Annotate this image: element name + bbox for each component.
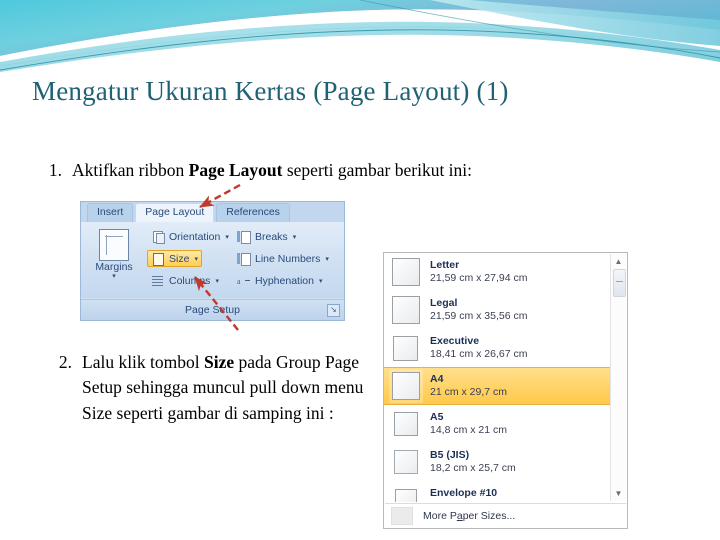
paper-size-dimensions: 21,59 cm x 27,94 cm [430, 272, 528, 284]
page-icon [395, 489, 417, 502]
more-paper-sizes-menu-item[interactable]: More Paper Sizes... [385, 503, 626, 527]
list-item[interactable]: Executive 18,41 cm x 26,67 cm [384, 329, 610, 367]
list-item-text: Lalu klik tombol Size pada Group Page Se… [82, 350, 368, 426]
columns-icon [151, 274, 165, 288]
list-item: 2. Lalu klik tombol Size pada Group Page… [48, 350, 368, 426]
paper-size-dimensions: 14,8 cm x 21 cm [430, 424, 508, 436]
breaks-button[interactable]: Breaks ▾ [233, 228, 300, 245]
ribbon-group-page-setup: Margins ▾ Orientation ▾ Size ▾ Columns ▾… [81, 222, 344, 298]
paper-size-name: Letter [430, 258, 460, 271]
page-icon [392, 258, 420, 286]
margins-label: Margins [95, 261, 133, 273]
scrollbar-thumb[interactable] [613, 269, 626, 297]
tab-page-layout[interactable]: Page Layout [135, 203, 215, 222]
columns-label: Columns [169, 274, 211, 287]
list-item[interactable]: B5 (JIS) 18,2 cm x 25,7 cm [384, 443, 610, 481]
paper-size-name: Executive [430, 334, 480, 347]
size-button[interactable]: Size ▾ [147, 250, 202, 267]
paper-size-dimensions: 21 cm x 29,7 cm [430, 386, 508, 398]
list-item[interactable]: A5 14,8 cm x 21 cm [384, 405, 610, 443]
scroll-up-icon[interactable]: ▲ [611, 254, 626, 269]
text-segment: Aktifkan ribbon [72, 160, 189, 180]
margins-icon [99, 229, 129, 261]
label-post: per Sizes... [462, 509, 516, 522]
slide-banner [0, 0, 720, 72]
orientation-icon [151, 230, 165, 244]
list-item-number: 2. [58, 352, 72, 372]
paper-size-dimensions: 10,48 cm x 24,13 cm [430, 500, 527, 502]
chevron-down-icon: ▾ [318, 277, 323, 285]
paper-size-name: B5 (JIS) [430, 448, 470, 461]
margins-button[interactable]: Margins ▾ [88, 227, 140, 280]
line-numbers-icon [237, 252, 251, 266]
page-icon [393, 335, 418, 361]
text-segment: Lalu klik tombol [82, 352, 205, 372]
line-numbers-button[interactable]: Line Numbers ▾ [233, 250, 333, 267]
label-pre: More P [423, 509, 457, 522]
breaks-label: Breaks [255, 230, 288, 243]
orientation-label: Orientation [169, 230, 221, 243]
text-segment-after: seperti gambar berikut ini: [282, 160, 473, 180]
page-setup-label: Page Setup [185, 304, 240, 316]
dialog-launcher-icon[interactable]: ↘ [327, 304, 340, 317]
chevron-down-icon: ▾ [225, 233, 229, 241]
hyphenation-icon: a [237, 274, 251, 288]
chevron-down-icon: ▾ [112, 273, 116, 280]
paper-size-dropdown-menu: Letter 21,59 cm x 27,94 cm Legal 21,59 c… [383, 252, 628, 529]
paper-size-dimensions: 18,41 cm x 26,67 cm [430, 348, 528, 360]
size-icon [151, 252, 165, 266]
list-item: 1. Aktifkan ribbon Page Layout seperti g… [38, 158, 658, 183]
page-icon [392, 296, 420, 324]
chevron-down-icon: ▾ [325, 255, 329, 263]
list-item-text: Aktifkan ribbon Page Layout seperti gamb… [72, 158, 658, 183]
list-item-selected[interactable]: A4 21 cm x 29,7 cm [384, 367, 610, 405]
list-item[interactable]: Envelope #10 10,48 cm x 24,13 cm [384, 481, 610, 502]
page-icon [394, 450, 418, 474]
text-bold-segment: Page Layout [188, 160, 283, 180]
chevron-down-icon: ▾ [292, 233, 297, 241]
paper-size-name: Legal [430, 296, 458, 309]
line-numbers-label: Line Numbers [255, 252, 321, 265]
ribbon-screenshot: Insert Page Layout References Margins ▾ … [80, 201, 345, 321]
paper-size-name: A4 [430, 372, 444, 385]
tab-insert[interactable]: Insert [87, 203, 134, 222]
chevron-down-icon: ▾ [194, 255, 198, 263]
orientation-button[interactable]: Orientation ▾ [147, 228, 233, 245]
paper-size-dimensions: 21,59 cm x 35,56 cm [430, 310, 528, 322]
list-item[interactable]: Letter 21,59 cm x 27,94 cm [384, 253, 610, 291]
scroll-down-icon[interactable]: ▼ [611, 486, 626, 501]
list-item-number: 1. [48, 160, 62, 180]
more-paper-sizes-icon [391, 506, 413, 525]
ribbon-tab-bar: Insert Page Layout References [81, 202, 344, 222]
more-paper-sizes-label: More Paper Sizes... [423, 510, 515, 522]
paper-size-dimensions: 18,2 cm x 25,7 cm [430, 462, 516, 474]
text-bold-segment: Size [204, 352, 235, 372]
chevron-down-icon: ▾ [215, 277, 219, 285]
columns-button[interactable]: Columns ▾ [147, 272, 223, 289]
hyphenation-label: Hyphenation [255, 274, 314, 287]
hyphenation-button[interactable]: a Hyphenation ▾ [233, 272, 326, 289]
paper-size-name: A5 [430, 410, 444, 423]
paper-size-list: Letter 21,59 cm x 27,94 cm Legal 21,59 c… [384, 253, 610, 502]
list-item[interactable]: Legal 21,59 cm x 35,56 cm [384, 291, 610, 329]
breaks-icon [237, 230, 251, 244]
paper-size-name: Envelope #10 [430, 486, 498, 499]
page-icon [392, 372, 420, 400]
page-setup-group-label-bar: Page Setup ↘ [81, 299, 344, 320]
tab-references[interactable]: References [216, 203, 290, 222]
page-title: Mengatur Ukuran Kertas (Page Layout) (1) [32, 76, 509, 106]
page-icon [394, 412, 418, 436]
scrollbar[interactable]: ▲ ▼ [610, 254, 626, 501]
size-label: Size [169, 252, 190, 265]
